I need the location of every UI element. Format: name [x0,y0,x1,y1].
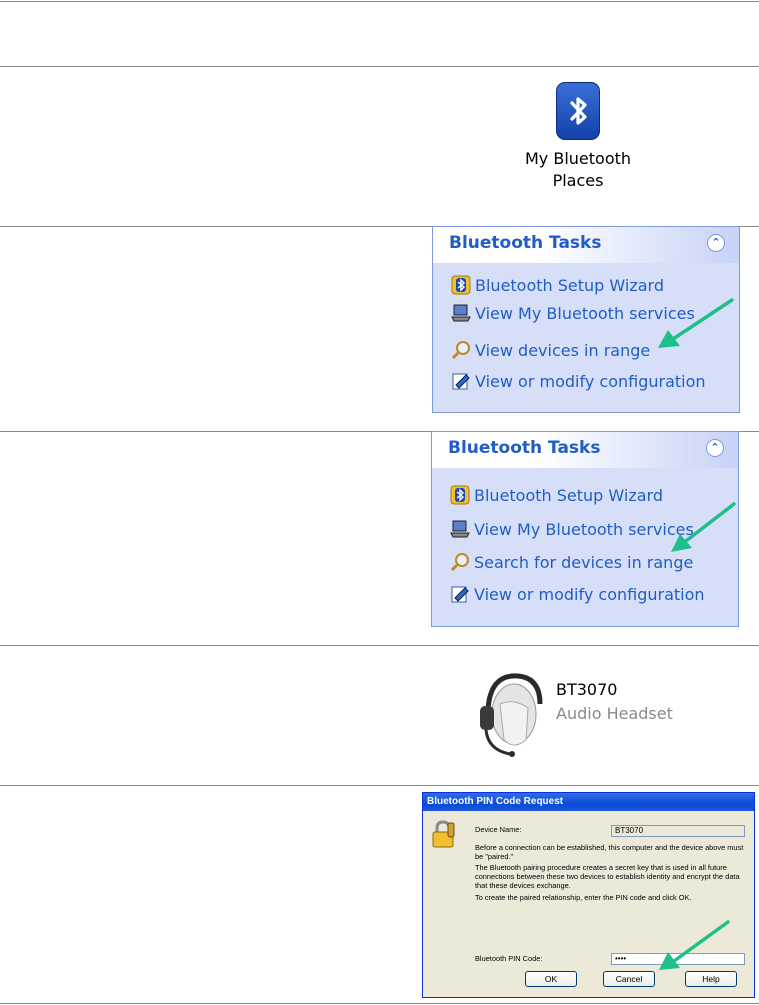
task-label: Search for devices in range [474,552,694,572]
task-label: Bluetooth Setup Wizard [475,275,664,295]
task-bluetooth-setup-wizard[interactable]: Bluetooth Setup Wizard [450,482,663,508]
laptop-icon [450,519,470,539]
task-view-or-modify-configuration[interactable]: View or modify configuration [451,368,706,394]
magnifier-icon [450,552,470,572]
pointer-arrow [658,298,734,348]
device-name-label: Device Name: [475,825,522,834]
collapse-chevron-icon[interactable]: ⌃ [706,439,724,457]
places-label-line2: Places [552,171,604,190]
task-label: View or modify configuration [474,584,705,604]
dialog-title: Bluetooth PIN Code Request [423,793,754,811]
bluetooth-wizard-icon [450,485,470,505]
task-search-for-devices-in-range[interactable]: Search for devices in range [450,549,693,575]
pin-code-label: Bluetooth PIN Code: [475,954,543,963]
task-bluetooth-setup-wizard[interactable]: Bluetooth Setup Wizard [451,272,664,298]
bluetooth-wizard-icon [451,275,471,295]
device-type: Audio Headset [556,704,673,723]
laptop-icon [451,303,471,323]
pointer-arrow [659,920,730,970]
pointer-arrow [671,502,736,552]
pane-title: Bluetooth Tasks [449,233,602,253]
task-view-my-bluetooth-services[interactable]: View My Bluetooth services [450,516,694,542]
configuration-icon [451,371,471,391]
cancel-button[interactable]: Cancel [603,971,655,987]
paired-info-text: Before a connection can be established, … [475,843,744,861]
section-divider [0,785,759,786]
section-divider [0,645,759,646]
bluetooth-icon[interactable] [556,82,600,140]
pairing-procedure-text: The Bluetooth pairing procedure creates … [475,863,740,890]
device-name: BT3070 [556,680,618,699]
task-label: View or modify configuration [475,371,706,391]
pane-title: Bluetooth Tasks [448,438,601,458]
my-bluetooth-places-label[interactable]: My Bluetooth Places [500,148,656,192]
collapse-chevron-icon[interactable]: ⌃ [707,234,725,252]
task-view-or-modify-configuration[interactable]: View or modify configuration [450,581,705,607]
pane-header[interactable]: Bluetooth Tasks ⌃ [433,227,739,263]
lock-key-icon [432,820,455,848]
task-view-devices-in-range[interactable]: View devices in range [451,337,650,363]
section-divider [0,1,759,2]
task-label: View My Bluetooth services [474,519,694,539]
section-divider [0,66,759,67]
pane-header[interactable]: Bluetooth Tasks ⌃ [432,432,738,468]
task-label: View devices in range [475,340,651,360]
places-label-line1: My Bluetooth [524,149,632,168]
pin-instruction-text: To create the paired relationship, enter… [475,893,692,902]
device-name-field: BT3070 [611,825,745,837]
magnifier-icon [451,340,471,360]
ok-button[interactable]: OK [525,971,577,987]
section-divider [0,1003,759,1004]
task-label: Bluetooth Setup Wizard [474,485,663,505]
configuration-icon [450,584,470,604]
headset-icon[interactable] [470,668,550,760]
